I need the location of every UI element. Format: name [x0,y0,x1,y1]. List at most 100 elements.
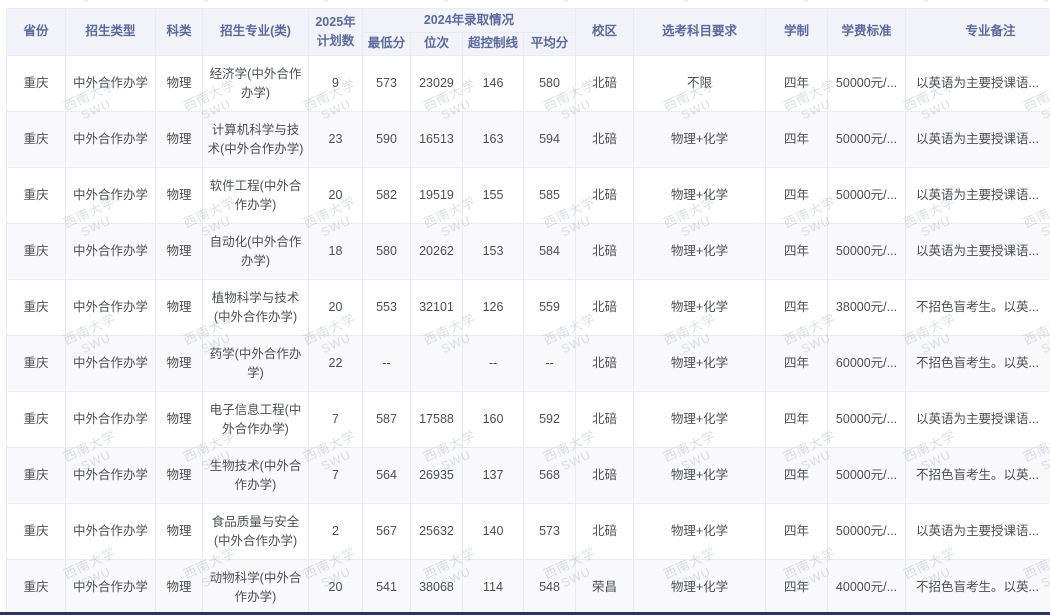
cell-remark: 不招色盲考生。以英... [906,336,1050,392]
cell-plan-count: 7 [309,392,363,448]
cell-min-score: -- [363,336,411,392]
cell-enroll-type: 中外合作办学 [66,112,156,168]
col-header-campus: 校区 [576,9,634,56]
cell-plan-count: 7 [309,448,363,504]
cell-province: 重庆 [7,560,66,615]
cell-subject-req: 物理+化学 [634,448,766,504]
cell-remark: 以英语为主要授课语... [906,168,1050,224]
table-row: 重庆 中外合作办学 物理 软件工程(中外合作办学) 20 582 19519 1… [7,168,1050,224]
cell-campus: 北碚 [576,168,634,224]
cell-campus: 北碚 [576,336,634,392]
cell-above-line: 126 [463,280,524,336]
cell-campus: 北碚 [576,392,634,448]
cell-avg-score: 568 [524,448,576,504]
cell-avg-score: 559 [524,280,576,336]
col-header-major: 招生专业(类) [203,9,309,56]
cell-subject-req: 物理+化学 [634,504,766,560]
cell-rank: 26935 [411,448,463,504]
cell-enroll-type: 中外合作办学 [66,504,156,560]
cell-major: 药学(中外合作办学) [203,336,309,392]
cell-duration: 四年 [766,168,828,224]
cell-plan-count: 18 [309,224,363,280]
cell-plan-count: 23 [309,112,363,168]
cell-min-score: 582 [363,168,411,224]
cell-above-line: 155 [463,168,524,224]
col-group-2024-admission: 2024年录取情况 [363,9,576,33]
cell-duration: 四年 [766,448,828,504]
table-row: 重庆 中外合作办学 物理 生物技术(中外合作办学) 7 564 26935 13… [7,448,1050,504]
cell-rank: 19519 [411,168,463,224]
cell-remark: 以英语为主要授课语... [906,112,1050,168]
cell-above-line: 140 [463,504,524,560]
cell-above-line: 146 [463,56,524,112]
cell-major: 食品质量与安全(中外合作办学) [203,504,309,560]
cell-min-score: 567 [363,504,411,560]
col-header-rank: 位次 [411,33,463,56]
cell-subject: 物理 [156,504,203,560]
cell-above-line: -- [463,336,524,392]
col-header-duration: 学制 [766,9,828,56]
cell-enroll-type: 中外合作办学 [66,392,156,448]
cell-subject: 物理 [156,560,203,615]
cell-major: 生物技术(中外合作办学) [203,448,309,504]
admissions-table: 省份 招生类型 科类 招生专业(类) 2025年 计划数 2024年录取情况 校… [6,8,1050,615]
col-header-subject-req: 选考科目要求 [634,9,766,56]
cell-enroll-type: 中外合作办学 [66,168,156,224]
cell-enroll-type: 中外合作办学 [66,56,156,112]
cell-subject: 物理 [156,168,203,224]
cell-subject-req: 物理+化学 [634,168,766,224]
cell-subject-req: 物理+化学 [634,280,766,336]
watermark-university-name: 西南大学 [410,0,489,3]
table-row: 重庆 中外合作办学 物理 自动化(中外合作办学) 18 580 20262 15… [7,224,1050,280]
cell-tuition: 40000元/... [828,560,906,615]
cell-tuition: 38000元/... [828,280,906,336]
cell-subject: 物理 [156,224,203,280]
cell-subject: 物理 [156,448,203,504]
cell-subject: 物理 [156,112,203,168]
cell-plan-count: 20 [309,560,363,615]
cell-above-line: 160 [463,392,524,448]
cell-duration: 四年 [766,392,828,448]
cell-province: 重庆 [7,280,66,336]
admissions-plan-page: 省份 招生类型 科类 招生专业(类) 2025年 计划数 2024年录取情况 校… [0,0,1050,615]
cell-avg-score: 584 [524,224,576,280]
cell-campus: 北碚 [576,112,634,168]
cell-avg-score: 573 [524,504,576,560]
cell-major: 经济学(中外合作办学) [203,56,309,112]
plan-header-line2: 计划数 [311,32,360,51]
watermark-university-name: 西南大学 [0,0,10,3]
cell-major: 电子信息工程(中外合作办学) [203,392,309,448]
table-row: 重庆 中外合作办学 物理 计算机科学与技术(中外合作办学) 23 590 165… [7,112,1050,168]
cell-subject-req: 物理+化学 [634,112,766,168]
cell-duration: 四年 [766,336,828,392]
cell-plan-count: 22 [309,336,363,392]
cell-min-score: 590 [363,112,411,168]
cell-plan-count: 9 [309,56,363,112]
cell-tuition: 50000元/... [828,224,906,280]
cell-campus: 荣昌 [576,560,634,615]
cell-enroll-type: 中外合作办学 [66,336,156,392]
col-header-remark: 专业备注 [906,9,1050,56]
table-header: 省份 招生类型 科类 招生专业(类) 2025年 计划数 2024年录取情况 校… [7,9,1050,56]
cell-enroll-type: 中外合作办学 [66,560,156,615]
col-header-above-line: 超控制线 [463,33,524,56]
col-header-enroll-type: 招生类型 [66,9,156,56]
cell-rank: 25632 [411,504,463,560]
cell-rank: 17588 [411,392,463,448]
cell-remark: 不招色盲考生。以英... [906,448,1050,504]
col-header-min-score: 最低分 [363,33,411,56]
cell-subject-req: 物理+化学 [634,224,766,280]
cell-enroll-type: 中外合作办学 [66,280,156,336]
cell-rank: 20262 [411,224,463,280]
cell-province: 重庆 [7,224,66,280]
cell-subject: 物理 [156,392,203,448]
cell-rank: 23029 [411,56,463,112]
cell-plan-count: 20 [309,280,363,336]
watermark-university-name: 西南大学 [50,0,129,3]
cell-subject: 物理 [156,56,203,112]
cell-remark: 以英语为主要授课语... [906,56,1050,112]
watermark-university-name: 西南大学 [530,0,609,3]
cell-rank: 38068 [411,560,463,615]
cell-subject-req: 不限 [634,56,766,112]
cell-tuition: 60000元/... [828,336,906,392]
